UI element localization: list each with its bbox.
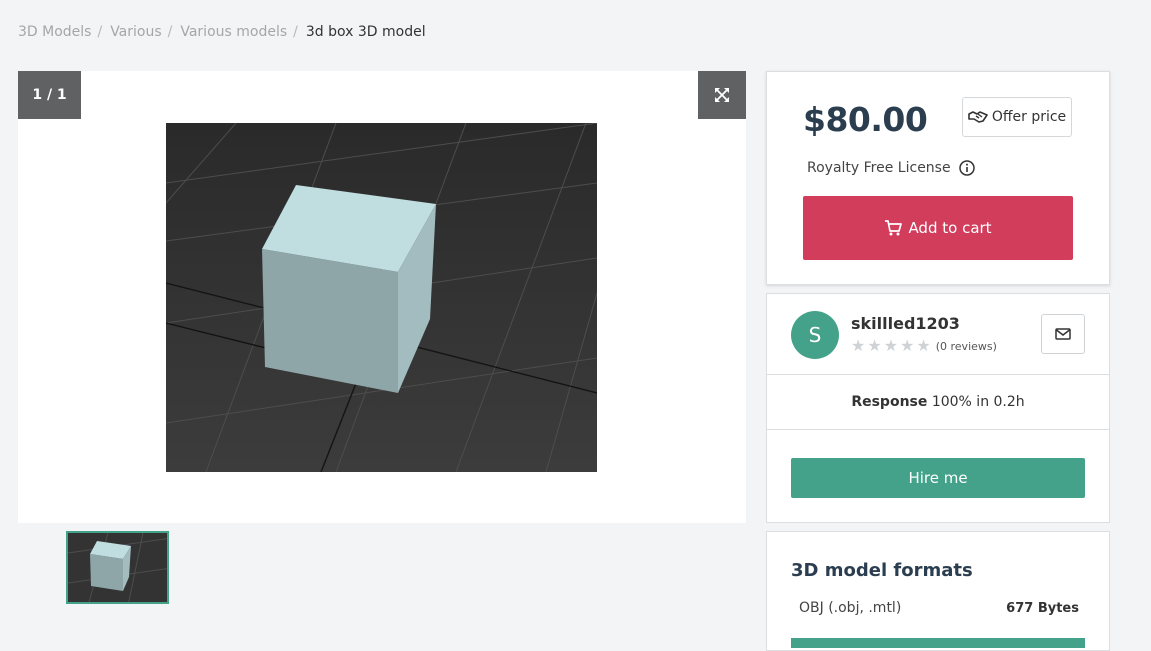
price: $80.00 xyxy=(803,100,928,139)
purchase-card: $80.00 Offer price Royalty Free License … xyxy=(766,71,1110,285)
breadcrumb-separator: / xyxy=(293,24,298,40)
response-stats: Response 100% in 0.2h xyxy=(767,394,1109,410)
seller-name[interactable]: skillled1203 xyxy=(851,314,960,333)
divider xyxy=(767,374,1109,375)
star-icon: ★ xyxy=(916,336,931,355)
info-icon[interactable] xyxy=(958,160,975,176)
breadcrumb-link-various[interactable]: Various xyxy=(110,24,161,40)
model-preview-image xyxy=(166,123,597,472)
offer-price-button[interactable]: Offer price xyxy=(962,97,1072,137)
license: Royalty Free License xyxy=(807,160,975,176)
seller-card: S skillled1203 ★ ★ ★ ★ ★ (0 reviews) Res… xyxy=(766,293,1110,523)
star-icon: ★ xyxy=(867,336,882,355)
response-value: 100% in 0.2h xyxy=(931,394,1025,410)
formats-title: 3D model formats xyxy=(791,560,973,581)
response-label: Response xyxy=(851,394,928,410)
handshake-icon xyxy=(968,111,988,123)
offer-price-label: Offer price xyxy=(991,109,1067,125)
breadcrumb-link-various-models[interactable]: Various models xyxy=(180,24,287,40)
expand-button[interactable] xyxy=(698,71,746,119)
model-viewer[interactable]: 1 / 1 xyxy=(18,71,746,523)
avatar[interactable]: S xyxy=(791,311,839,359)
breadcrumb-current: 3d box 3D model xyxy=(305,24,426,40)
format-row: OBJ (.obj, .mtl) 677 Bytes xyxy=(799,600,1079,616)
divider xyxy=(767,429,1109,430)
image-counter: 1 / 1 xyxy=(18,71,81,119)
breadcrumb: 3D Models / Various / Various models / 3d box … xyxy=(18,24,426,40)
format-name: OBJ (.obj, .mtl) xyxy=(799,600,902,616)
star-icon: ★ xyxy=(883,336,899,355)
envelope-icon xyxy=(1055,328,1071,340)
format-size: 677 Bytes xyxy=(1006,601,1079,616)
breadcrumb-separator: / xyxy=(167,24,173,40)
breadcrumb-link-3d-models[interactable]: 3D Models xyxy=(18,24,91,40)
hire-me-button[interactable]: Hire me xyxy=(791,458,1085,498)
review-count[interactable]: (0 reviews) xyxy=(936,340,997,353)
star-icon: ★ xyxy=(900,336,915,355)
add-to-cart-button[interactable]: Add to cart xyxy=(803,196,1073,260)
download-button[interactable] xyxy=(791,638,1085,648)
message-button[interactable] xyxy=(1041,314,1085,354)
rating-stars: ★ ★ ★ ★ ★ (0 reviews) xyxy=(851,338,997,354)
add-to-cart-label: Add to cart xyxy=(908,219,992,237)
star-icon: ★ xyxy=(851,336,866,355)
expand-arrows-icon xyxy=(715,88,729,102)
formats-card: 3D model formats OBJ (.obj, .mtl) 677 By… xyxy=(766,531,1110,651)
breadcrumb-separator: / xyxy=(97,24,103,40)
thumbnail-image[interactable] xyxy=(66,531,169,604)
license-label: Royalty Free License xyxy=(807,160,951,176)
cart-icon xyxy=(885,220,903,236)
